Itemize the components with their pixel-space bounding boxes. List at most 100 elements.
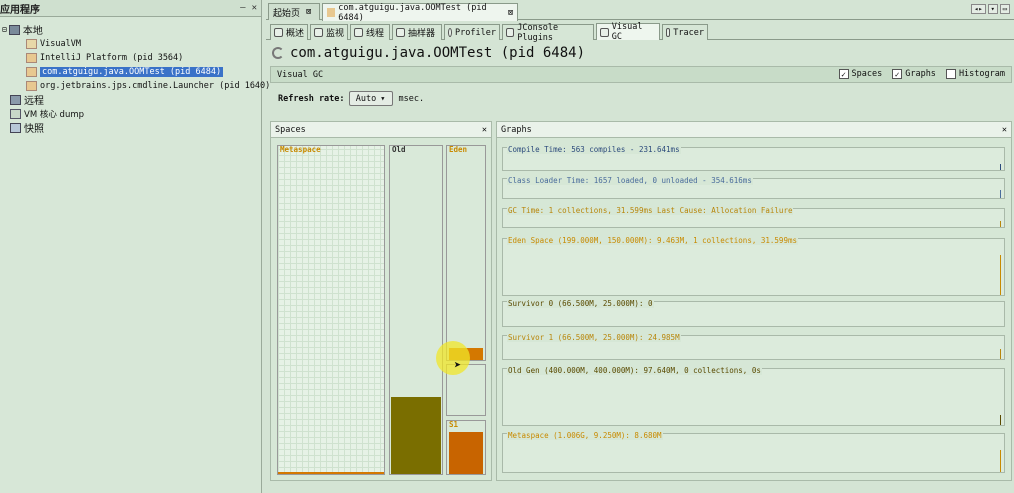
java-icon [26,52,37,63]
tree-node-visualvm[interactable]: VisualVM [26,37,81,50]
graph-spike [1000,190,1001,198]
graph-row: Class Loader Time: 1657 loaded, 0 unload… [502,176,1005,199]
tab-oomtest[interactable]: com.atguigu.java.OOMTest (pid 6484) ⊠ [322,3,518,23]
graph-spike [1000,164,1001,170]
monitor-icon [314,28,323,37]
close-icon[interactable]: ✕ [252,3,257,13]
eden-column: Eden [446,145,486,361]
graph-label: GC Time: 1 collections, 31.599ms Last Ca… [507,206,794,215]
tab-tracer[interactable]: Tracer [662,24,708,40]
graph-spike [1000,221,1001,227]
spaces-header: Spaces ✕ [271,122,491,138]
maximize-icon[interactable]: ▭ [999,4,1010,14]
network-icon [10,94,21,105]
applications-header: 应用程序 — ✕ [0,0,261,17]
tree-node-snapshots[interactable]: 快照 [10,121,44,135]
tab-sampler[interactable]: 抽样器 [392,24,442,40]
tab-nav: ◂▸ ▾ ▭ [971,4,1010,14]
tab-jconsole-plugins[interactable]: JConsole Plugins [502,23,594,43]
spaces-panel: Spaces ✕ Metaspace Old Eden S1 [270,121,492,481]
old-column: Old [389,145,443,475]
plugin-icon [506,28,515,37]
tree-node-launcher[interactable]: org.jetbrains.jps.cmdline.Launcher (pid … [26,79,270,92]
java-icon [327,8,336,17]
graph-row: Compile Time: 563 compiles - 231.641ms [502,145,1005,171]
checkbox-checked-icon: ✓ [892,69,903,79]
graph-label: Survivor 1 (66.500M, 25.000M): 24.985M [507,333,681,342]
java-icon [26,38,37,49]
graph-spike [1000,255,1001,295]
tree-node-local[interactable]: ⊟ 本地 [2,23,43,37]
java-icon [26,80,37,91]
checkbox-checked-icon: ✓ [838,69,849,79]
graphs-checkbox[interactable]: ✓ Graphs [892,69,936,79]
s1-fill [449,432,483,474]
graph-row: Survivor 0 (66.500M, 25.000M): 0 [502,299,1005,327]
spaces-checkbox[interactable]: ✓ Spaces [838,69,882,79]
close-icon[interactable]: ✕ [482,125,487,135]
metaspace-column: Metaspace [277,145,385,475]
tracer-icon [666,28,671,37]
close-icon[interactable]: ✕ [1002,125,1007,135]
snapshot-icon [10,122,21,133]
s1-column: S1 [446,420,486,475]
loading-icon [272,47,284,59]
tab-visual-gc[interactable]: Visual GC [596,22,660,42]
tab-overview[interactable]: 概述 [270,24,308,40]
old-fill [391,397,441,474]
histogram-checkbox[interactable]: Histogram [945,69,1005,79]
graph-row: Metaspace (1.006G, 9.250M): 8.680M [502,431,1005,473]
java-icon [26,66,37,77]
tab-threads[interactable]: 线程 [350,24,390,40]
view-tabs: 概述 监视 线程 抽样器 Profiler JConsole Plugins V… [266,22,1014,43]
graph-label: Class Loader Time: 1657 loaded, 0 unload… [507,176,753,185]
applications-panel: 应用程序 — ✕ ⊟ 本地 VisualVM IntelliJ Platform … [0,0,270,493]
graph-label: Old Gen (400.000M, 400.000M): 97.640M, 0… [507,366,762,375]
dropdown-icon[interactable]: ▾ [987,4,998,14]
chevron-down-icon: ▾ [380,93,386,104]
scroll-left-icon[interactable]: ◂▸ [971,4,986,14]
refresh-rate: Refresh rate: Auto ▾ msec. [278,91,424,106]
tab-monitor[interactable]: 监视 [310,24,348,40]
view-checkboxes: ✓ Spaces ✓ Graphs Histogram [838,69,1005,79]
tree-node-intellij[interactable]: IntelliJ Platform (pid 3564) [26,51,183,64]
graph-row: Survivor 1 (66.500M, 25.000M): 24.985M [502,333,1005,360]
clock-icon [448,28,453,37]
collapse-icon[interactable]: ⊟ [2,25,7,34]
close-icon[interactable]: ⊠ [508,8,513,18]
graph-spike [1000,415,1001,425]
graph-spike [1000,349,1001,359]
tab-profiler[interactable]: Profiler [444,24,500,40]
graph-label: Compile Time: 563 compiles - 231.641ms [507,145,681,154]
graph-spike [1000,450,1001,472]
applications-title: 应用程序 [0,4,40,16]
graph-label: Eden Space (199.000M, 150.000M): 9.463M,… [507,236,798,245]
gc-icon [600,27,609,37]
refresh-rate-select[interactable]: Auto ▾ [348,91,393,106]
overview-icon [274,28,283,37]
tree-node-remote[interactable]: 远程 [10,93,44,107]
minimize-icon[interactable]: — [240,3,245,13]
computer-icon [8,24,20,35]
threads-icon [354,28,363,37]
graph-row: GC Time: 1 collections, 31.599ms Last Ca… [502,206,1005,228]
dump-icon [10,108,21,119]
tab-start-page[interactable]: 起始页 ⊠ [268,3,320,20]
checkbox-empty-icon [945,69,956,79]
tree-node-vmdump[interactable]: VM 核心 dump [10,107,84,120]
cursor-highlight [436,341,470,375]
graph-row: Eden Space (199.000M, 150.000M): 9.463M,… [502,236,1005,296]
visual-gc-bar: Visual GC ✓ Spaces ✓ Graphs Histogram [270,66,1012,83]
close-icon[interactable]: ⊠ [306,7,311,17]
page-title: com.atguigu.java.OOMTest (pid 6484) [272,45,585,61]
sampler-icon [396,28,405,37]
graph-label: Survivor 0 (66.500M, 25.000M): 0 [507,299,654,308]
metaspace-fill [278,472,384,474]
document-tabs: 起始页 ⊠ com.atguigu.java.OOMTest (pid 6484… [266,0,1014,23]
pointer-icon: ➤ [454,358,462,372]
tree-node-oomtest[interactable]: com.atguigu.java.OOMTest (pid 6484) [26,65,224,78]
main-area: 起始页 ⊠ com.atguigu.java.OOMTest (pid 6484… [266,0,1014,493]
graph-label: Metaspace (1.006G, 9.250M): 8.680M [507,431,663,440]
graph-row: Old Gen (400.000M, 400.000M): 97.640M, 0… [502,366,1005,426]
graphs-header: Graphs ✕ [497,122,1011,138]
